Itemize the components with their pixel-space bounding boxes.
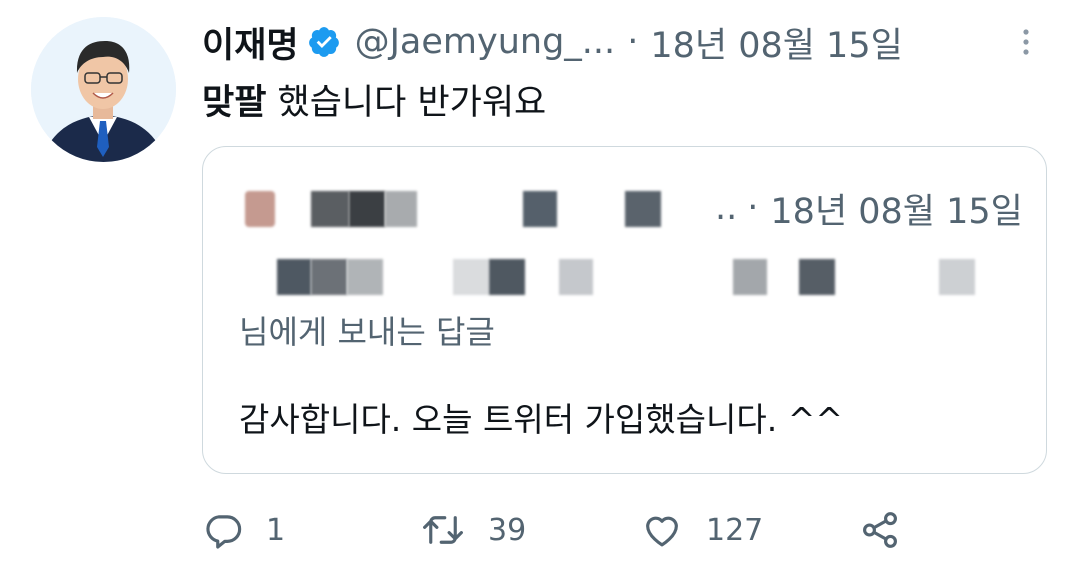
heart-icon xyxy=(640,509,684,551)
quoted-tweet-timestamp[interactable]: 18년 08월 15일 xyxy=(770,183,1022,234)
redacted-reply-target xyxy=(239,249,1029,299)
tweet-header: 이재명 @Jaemyung_... · 18년 08월 15일 xyxy=(202,14,903,70)
tweet-text: 맞팔 했습니다 반가워요 xyxy=(202,74,546,125)
redacted-block xyxy=(939,259,975,295)
like-button[interactable]: 127 xyxy=(640,500,763,560)
share-icon xyxy=(858,509,902,551)
redacted-block xyxy=(489,259,525,295)
share-button[interactable] xyxy=(858,500,902,560)
tweet-text-bold: 맞팔 xyxy=(202,83,267,123)
retweet-icon xyxy=(420,509,466,551)
redacted-block xyxy=(559,259,593,295)
redacted-block xyxy=(311,259,347,295)
author-avatar[interactable] xyxy=(31,17,176,162)
quoted-tweet-header: .. · 18년 08월 15일 xyxy=(239,183,1029,233)
separator-dot: · xyxy=(627,22,639,62)
redacted-avatar xyxy=(245,191,275,227)
redacted-block xyxy=(733,259,767,295)
retweet-count: 39 xyxy=(488,512,527,548)
author-handle[interactable]: @Jaemyung_... xyxy=(355,22,616,62)
redacted-name-block xyxy=(311,191,349,227)
redacted-name-block xyxy=(523,191,557,227)
redacted-name-block xyxy=(385,191,417,227)
separator-dot: · xyxy=(747,188,759,228)
redacted-name-block xyxy=(625,191,661,227)
redacted-block xyxy=(799,259,835,295)
reply-to-label: 님에게 보내는 답글 xyxy=(239,313,495,351)
tweet: 이재명 @Jaemyung_... · 18년 08월 15일 맞팔 했습니다 … xyxy=(0,0,1080,572)
quoted-tweet-card[interactable]: .. · 18년 08월 15일 님에게 보내는 답글 감사합니다. 오늘 트위… xyxy=(202,146,1047,474)
reply-icon xyxy=(202,509,244,551)
tweet-timestamp[interactable]: 18년 08월 15일 xyxy=(650,17,902,68)
display-name[interactable]: 이재명 xyxy=(202,17,299,68)
reply-count: 1 xyxy=(266,512,286,548)
tweet-text-rest: 했습니다 반가워요 xyxy=(266,83,547,123)
redacted-block xyxy=(277,259,311,295)
quoted-tweet-text: 감사합니다. 오늘 트위터 가입했습니다. ^^ xyxy=(239,400,843,439)
redacted-name-block xyxy=(349,191,385,227)
quoted-tweet-meta: .. · 18년 08월 15일 xyxy=(715,183,1023,233)
retweet-button[interactable]: 39 xyxy=(420,500,526,560)
truncation-ellipsis: .. xyxy=(715,188,738,228)
redacted-block xyxy=(453,259,489,295)
action-bar: 1 39 127 xyxy=(202,500,1042,560)
redacted-block xyxy=(347,259,383,295)
reply-button[interactable]: 1 xyxy=(202,500,285,560)
verified-badge-icon xyxy=(307,25,341,59)
like-count: 127 xyxy=(706,512,764,548)
more-vertical-icon[interactable] xyxy=(1014,24,1038,60)
